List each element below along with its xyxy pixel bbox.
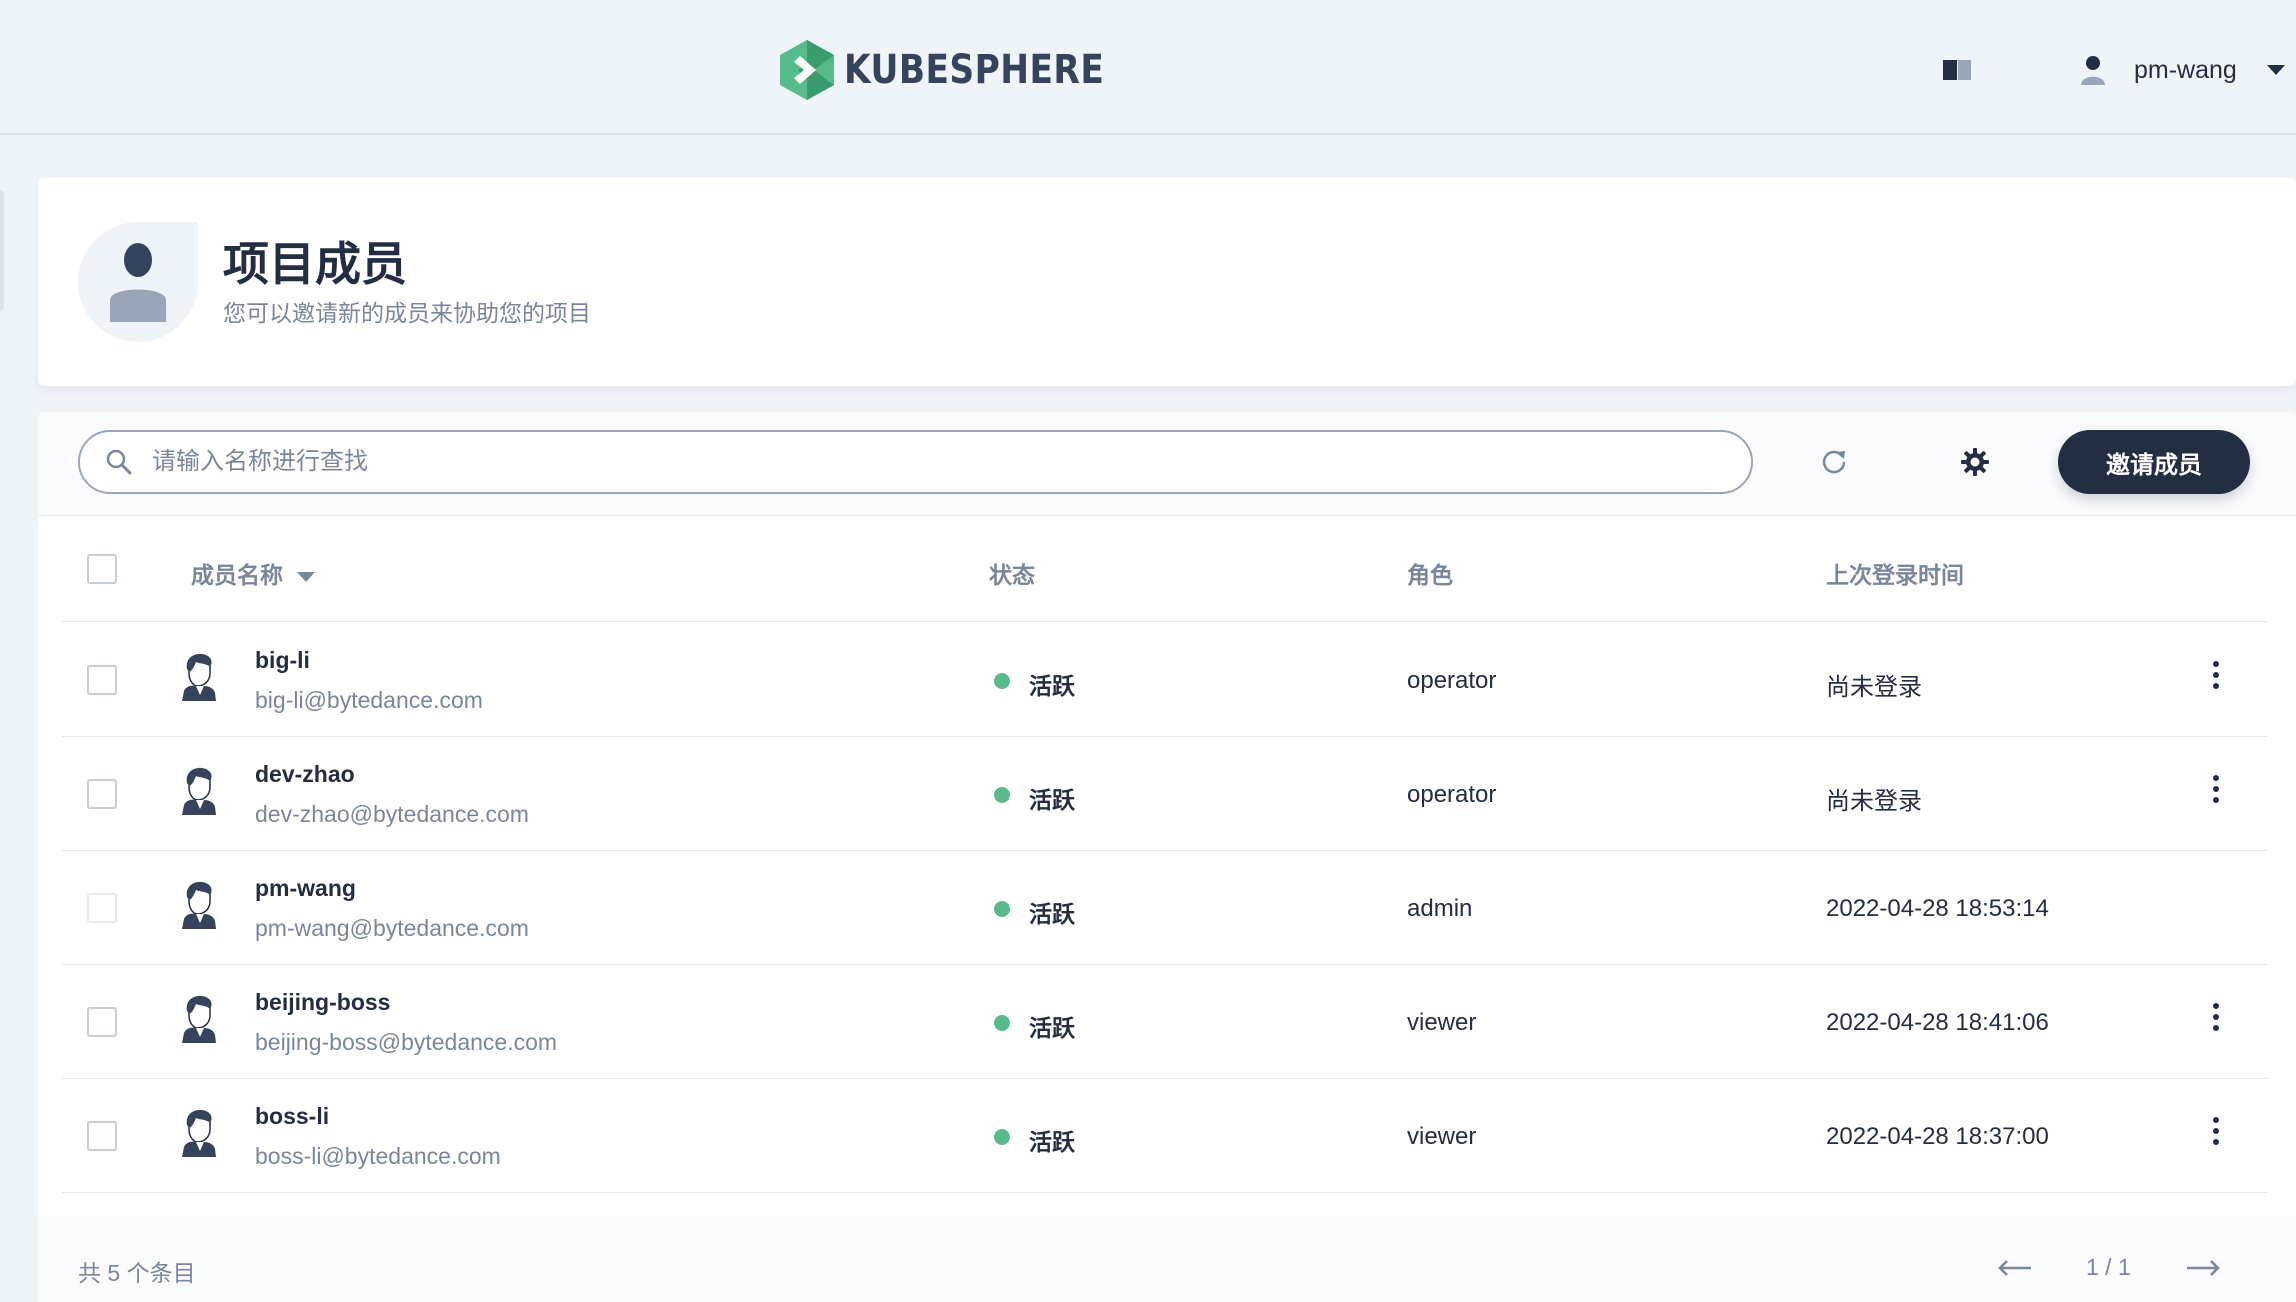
member-last-login: 2022-04-28 18:53:14 [1826,895,2049,922]
table-header: 成员名称 状态 角色 上次登录时间 [62,516,2268,622]
user-avatar-icon [182,653,216,701]
page-title: 项目成员 [223,238,407,290]
member-role: operator [1407,781,1497,808]
total-count: 共 5 个条目 [78,1260,196,1286]
member-email: boss-li@bytedance.com [255,1143,501,1169]
status-dot-icon [994,787,1010,803]
row-checkbox[interactable] [87,665,117,695]
book-icon[interactable] [1943,59,1971,81]
more-options-icon[interactable] [2212,1117,2220,1153]
member-email: big-li@bytedance.com [255,687,483,713]
more-options-icon[interactable] [2212,775,2220,811]
column-header-role: 角色 [1407,562,1453,588]
user-avatar-icon [182,995,216,1043]
page-header: 项目成员 您可以邀请新的成员来协助您的项目 [38,178,2296,386]
table-row[interactable]: big-li big-li@bytedance.com 活跃 operator 尚未登录 [62,623,2268,737]
member-role: viewer [1407,1123,1477,1150]
column-header-name-label: 成员名称 [191,562,283,588]
member-status: 活跃 [1029,673,1075,699]
column-header-last-login: 上次登录时间 [1826,562,1964,588]
member-last-login: 尚未登录 [1826,674,1922,701]
member-last-login: 2022-04-28 18:41:06 [1826,1009,2049,1036]
chevron-down-icon [2266,65,2285,75]
refresh-icon[interactable] [1820,448,1848,476]
table-row[interactable]: beijing-boss beijing-boss@bytedance.com 活跃… [62,965,2268,1079]
members-table-card: 邀请成员 成员名称 状态 角色 上次登录时间 big-li big-li@byte… [38,412,2296,1302]
status-dot-icon [994,1015,1010,1031]
kubesphere-logo-icon [780,40,834,100]
status-dot-icon [994,673,1010,689]
member-email: pm-wang@bytedance.com [255,915,529,941]
member-role: operator [1407,667,1497,694]
top-bar: KUBESPHERE pm-wang [0,0,2296,135]
member-email: beijing-boss@bytedance.com [255,1029,558,1055]
user-icon [110,243,166,322]
status-dot-icon [994,901,1010,917]
more-options-icon[interactable] [2212,661,2220,697]
member-status: 活跃 [1029,1015,1075,1041]
member-role: admin [1407,895,1473,922]
row-checkbox[interactable] [87,1121,117,1151]
member-role: viewer [1407,1009,1477,1036]
member-name[interactable]: big-li [255,647,310,674]
sort-caret-icon[interactable] [297,571,315,582]
logo[interactable]: KUBESPHERE [780,40,1147,100]
member-name[interactable]: pm-wang [255,875,356,902]
toolbar: 邀请成员 [38,412,2296,516]
user-avatar-icon [182,881,216,929]
row-checkbox [87,893,117,923]
table-row[interactable]: pm-wang pm-wang@bytedance.com 活跃 admin 2022-… [62,851,2268,965]
page-description: 您可以邀请新的成员来协助您的项目 [223,300,591,326]
logo-text: KUBESPHERE [844,47,1105,93]
arrow-left-icon[interactable] [1998,1260,2032,1276]
search-box[interactable] [78,430,1753,494]
member-status: 活跃 [1029,1129,1075,1155]
select-all-checkbox[interactable] [87,554,117,584]
member-name[interactable]: dev-zhao [255,761,355,788]
member-last-login: 尚未登录 [1826,788,1922,815]
row-checkbox[interactable] [87,1007,117,1037]
row-checkbox[interactable] [87,779,117,809]
search-input[interactable] [152,448,1652,476]
search-icon [106,449,132,475]
more-options-icon[interactable] [2212,1003,2220,1039]
page-indicator: 1 / 1 [2086,1254,2131,1280]
status-dot-icon [994,1129,1010,1145]
member-status: 活跃 [1029,787,1075,813]
user-avatar-icon [182,767,216,815]
member-name[interactable]: boss-li [255,1103,329,1130]
user-icon [2081,56,2105,85]
left-edge-handle [0,190,4,310]
column-header-status: 状态 [989,562,1035,588]
members-avatar [78,222,198,342]
table-footer: 共 5 个条目 1 / 1 [38,1216,2296,1302]
user-avatar-icon [182,1109,216,1157]
member-status: 活跃 [1029,901,1075,927]
gear-icon[interactable] [1960,447,1990,477]
table-row[interactable]: dev-zhao dev-zhao@bytedance.com 活跃 operator… [62,737,2268,851]
member-name[interactable]: beijing-boss [255,989,390,1016]
invite-member-button[interactable]: 邀请成员 [2058,430,2250,494]
table-row[interactable]: boss-li boss-li@bytedance.com 活跃 viewer 2022… [62,1079,2268,1193]
member-email: dev-zhao@bytedance.com [255,801,529,827]
arrow-right-icon[interactable] [2186,1260,2220,1276]
current-username: pm-wang [2134,55,2237,84]
column-header-name[interactable]: 成员名称 [191,556,315,590]
member-last-login: 2022-04-28 18:37:00 [1826,1123,2049,1150]
user-menu[interactable]: pm-wang [2080,48,2285,92]
